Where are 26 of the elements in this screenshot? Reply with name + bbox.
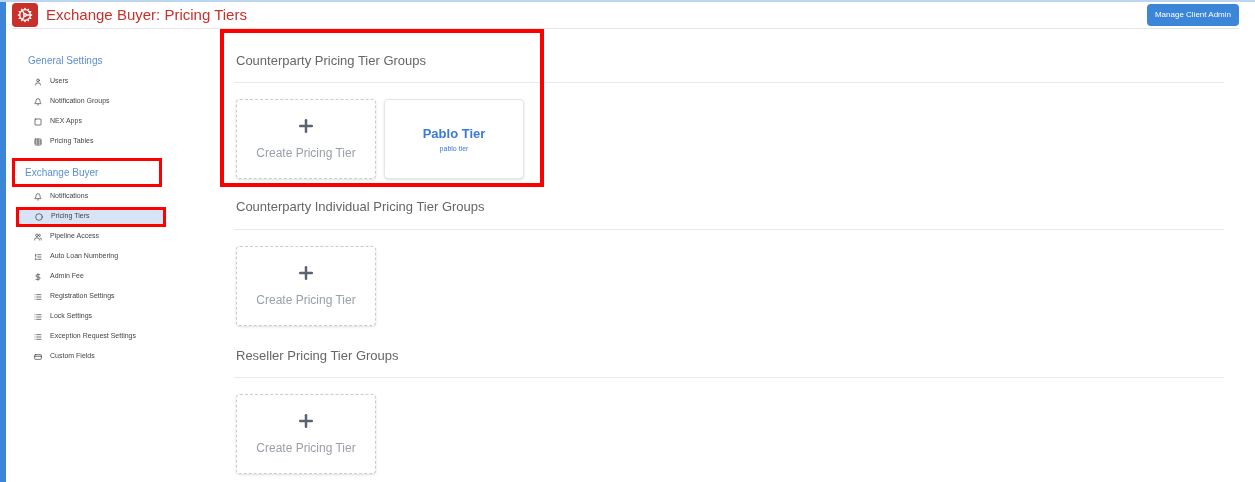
plus-icon <box>296 411 316 431</box>
section-heading: Counterparty Individual Pricing Tier Groups <box>235 198 486 216</box>
card-label: Create Pricing Tier <box>256 145 356 162</box>
card-icon <box>34 352 42 361</box>
user-icon <box>34 77 42 86</box>
page-title: Exchange Buyer: Pricing Tiers <box>46 4 247 25</box>
people-icon <box>34 232 42 241</box>
manage-client-admin-button[interactable]: Manage Client Admin <box>1146 3 1239 26</box>
sidebar-heading: General Settings <box>27 53 104 68</box>
card-label: Create Pricing Tier <box>256 440 356 457</box>
circle-icon <box>35 212 43 221</box>
tier-name: Pablo Tier <box>422 125 486 143</box>
sidebar-heading: Exchange Buyer <box>12 157 162 187</box>
plus-icon <box>296 116 316 136</box>
card-label: Create Pricing Tier <box>256 291 356 309</box>
table-icon <box>34 137 42 146</box>
bell-icon <box>34 97 42 106</box>
list-icon <box>34 292 42 301</box>
list-icon <box>34 312 42 321</box>
square-icon <box>34 117 42 126</box>
dollar-icon <box>34 272 42 281</box>
list-icon <box>34 332 42 341</box>
bell-icon <box>34 192 42 201</box>
section-heading: Reseller Pricing Tier Groups <box>235 346 400 365</box>
numbered-list-icon <box>34 252 42 261</box>
section-heading: Counterparty Pricing Tier Groups <box>235 51 428 70</box>
